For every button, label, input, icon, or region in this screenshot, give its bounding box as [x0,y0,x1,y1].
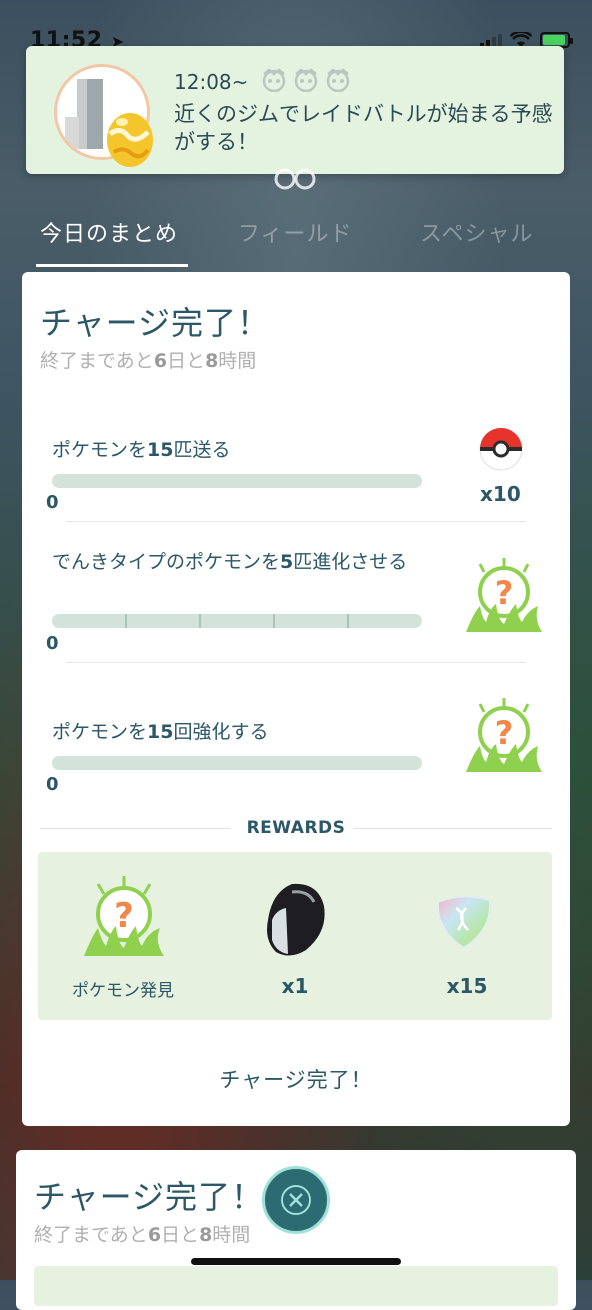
reward-quantity: x15 [446,974,488,998]
binoculars-icon [274,168,316,190]
task-progress-bar [52,756,422,770]
reward-item: x15 [382,852,552,1020]
svg-text:?: ? [495,574,514,612]
task-divider [66,662,526,663]
task-progress-bar [52,474,422,488]
mystery-encounter-icon: ? [466,558,542,632]
task-label: ポケモンを15回強化する [52,721,269,743]
tab-special[interactable]: スペシャル [420,216,533,248]
time-remaining: 終了まであと6日と8時間 [40,350,257,372]
task-label: ポケモンを15匹送る [52,439,231,461]
tab-bar: 今日のまとめ フィールド スペシャル [0,206,592,267]
rewards-panel: ? ポケモン発見 x1 x15 [38,852,552,1020]
raid-egg-icon [107,113,153,167]
reward-label: ポケモン発見 [72,981,174,1001]
reward-item: x1 [210,852,380,1020]
task-progress-count: 0 [46,633,59,654]
rewards-panel [34,1266,558,1306]
svg-text:?: ? [114,896,134,936]
task-label: でんきタイプのポケモンを5匹進化させる [52,551,408,573]
mystery-encounter-icon: ? [466,698,542,772]
tab-field[interactable]: フィールド [238,216,353,248]
card-title: チャージ完了！ [40,304,271,342]
reward-quantity: x1 [281,974,309,998]
charge-complete-button[interactable]: チャージ完了！ [22,1064,570,1094]
task-progress-count: 0 [46,774,59,795]
close-button[interactable] [262,1166,330,1234]
home-indicator[interactable] [191,1258,401,1265]
task-divider [66,521,526,522]
raid-notification-banner[interactable]: 12:08~ 近くのジムでレイドバトルが始まる予感がする！ [26,46,564,174]
close-icon [281,1185,311,1215]
task-progress-count: 0 [46,492,59,513]
poke-ball-icon [479,427,523,471]
mystery-encounter-icon: ? [84,876,164,956]
raid-notification-text: 近くのジムでレイドバトルが始まる予感がする！ [174,102,553,154]
raid-boss-face-icon [262,68,286,92]
card-title: チャージ完了！ [34,1178,265,1216]
raid-boss-face-icon [294,68,318,92]
sinnoh-stone-icon [267,883,325,956]
rare-candy-icon [436,895,492,950]
research-card: チャージ完了！ 終了まであと6日と8時間 ポケモンを15匹送る 0 x10 でん… [22,272,570,1126]
task-progress-bar [52,614,422,628]
active-tab-indicator [36,264,188,267]
tab-today-summary[interactable]: 今日のまとめ [40,216,178,248]
rewards-divider-right [354,828,552,829]
svg-text:?: ? [495,714,514,752]
raid-boss-face-icon [326,68,350,92]
raid-tier-icons [260,68,352,92]
reward-item: ? ポケモン発見 [38,852,208,1020]
raid-time: 12:08~ [174,70,249,94]
time-remaining: 終了まであと6日と8時間 [34,1224,251,1246]
task-reward-quantity: x10 [480,482,521,506]
